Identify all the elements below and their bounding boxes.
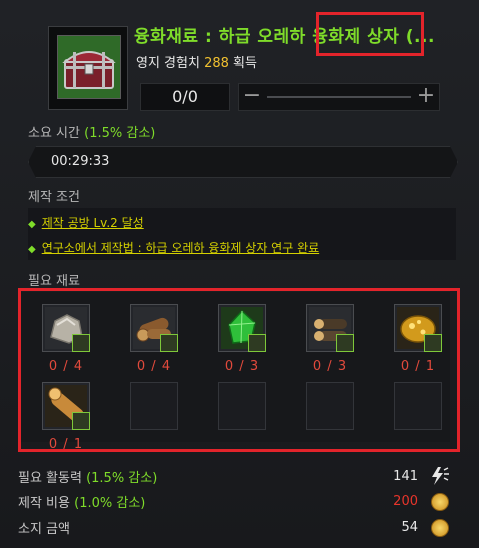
owned-label: 소지 금액 [18,522,70,537]
item-icon-frame [48,26,128,110]
conditions-label: 제작 조건 [28,190,80,205]
craft-count-display[interactable]: 0/0 [140,83,230,111]
time-value: 00:29:33 [51,154,110,169]
time-reduction: (1.5% 감소) [84,126,156,141]
cost-value: 200 [393,494,418,509]
exp-value: 288 [204,56,229,71]
diamond-bullet-icon: ◆ [28,219,36,230]
highlight-box-materials [18,288,460,452]
energy-value: 141 [393,469,418,484]
energy-icon [432,467,449,485]
condition-text[interactable]: 연구소에서 제작법 : 하급 오레하 융화제 상자 연구 완료 [42,241,319,255]
time-box: 00:29:33 [28,146,458,178]
time-section: 소요 시간 (1.5% 감소) [28,122,155,141]
materials-label: 필요 재료 [28,274,80,289]
owned-row: 소지 금액 [18,518,70,537]
highlight-box-title [316,12,424,56]
crafting-panel: 융화재료 : 하급 오레하 융화제 상자 (... 영지 경험치 288 획득 … [0,0,479,548]
energy-reduction: (1.5% 감소) [86,471,158,486]
gold-coin-icon [431,519,449,537]
diamond-bullet-icon: ◆ [28,244,36,255]
owned-value: 54 [401,520,418,535]
cost-label: 제작 비용 [18,496,70,511]
energy-label: 필요 활동력 [18,471,82,486]
slider-track[interactable] [267,96,411,98]
energy-row: 필요 활동력 (1.5% 감소) [18,467,157,486]
exp-reward: 영지 경험치 288 획득 [136,52,257,71]
increase-button[interactable]: + [413,84,439,110]
exp-suffix: 획득 [233,56,257,71]
condition-item[interactable]: ◆ 연구소에서 제작법 : 하급 오레하 융화제 상자 연구 완료 [28,239,319,256]
quantity-slider[interactable]: − + [238,83,440,111]
cost-row: 제작 비용 (1.0% 감소) [18,492,145,511]
decrease-button[interactable]: − [239,84,265,110]
cost-reduction: (1.0% 감소) [74,496,146,511]
time-label: 소요 시간 [28,126,80,141]
condition-item[interactable]: ◆ 제작 공방 Lv.2 달성 [28,214,144,231]
gold-coin-icon [431,493,449,511]
treasure-chest-icon [57,35,121,99]
exp-label: 영지 경험치 [136,56,200,71]
condition-text[interactable]: 제작 공방 Lv.2 달성 [42,216,144,230]
